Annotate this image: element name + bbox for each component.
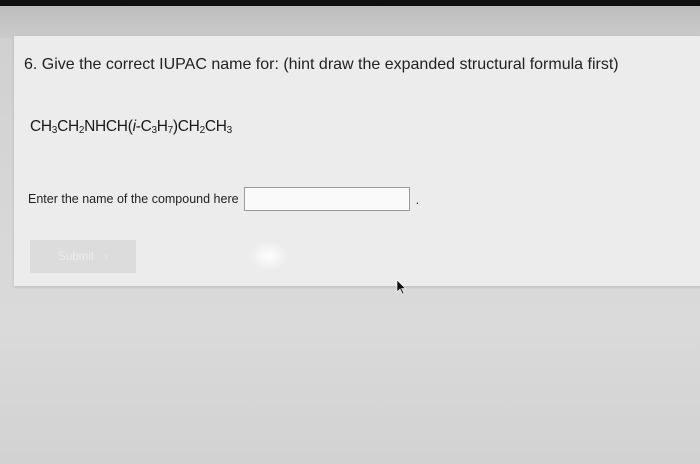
formula-part: )CH: [172, 118, 200, 135]
top-strip: [0, 6, 700, 38]
formula-part: CH: [204, 118, 227, 135]
formula-part: NHCH(: [84, 118, 133, 135]
question-text: 6. Give the correct IUPAC name for: (hin…: [24, 56, 619, 73]
chemical-formula: CH3CH2NHCH(i-C3H7)CH2CH3: [30, 118, 232, 136]
screen: 6. Give the correct IUPAC name for: (hin…: [0, 0, 700, 464]
formula-part: -C: [135, 118, 152, 135]
formula-subscript: 3: [226, 125, 233, 136]
formula-part: CH: [57, 118, 79, 135]
chevron-right-icon: ›: [103, 250, 108, 263]
formula-part: CH: [30, 118, 52, 135]
answer-row: Enter the name of the compound here .: [28, 186, 419, 212]
mouse-pointer-icon: [396, 279, 406, 295]
answer-label: Enter the name of the compound here: [28, 192, 239, 206]
answer-suffix: .: [415, 191, 420, 207]
question-panel: 6. Give the correct IUPAC name for: (hin…: [14, 36, 700, 286]
submit-label: Submit: [58, 250, 94, 263]
compound-name-input[interactable]: [243, 187, 410, 211]
formula-part: H: [156, 118, 168, 135]
screen-glare: [249, 241, 289, 271]
submit-button[interactable]: Submit ›: [30, 240, 136, 273]
